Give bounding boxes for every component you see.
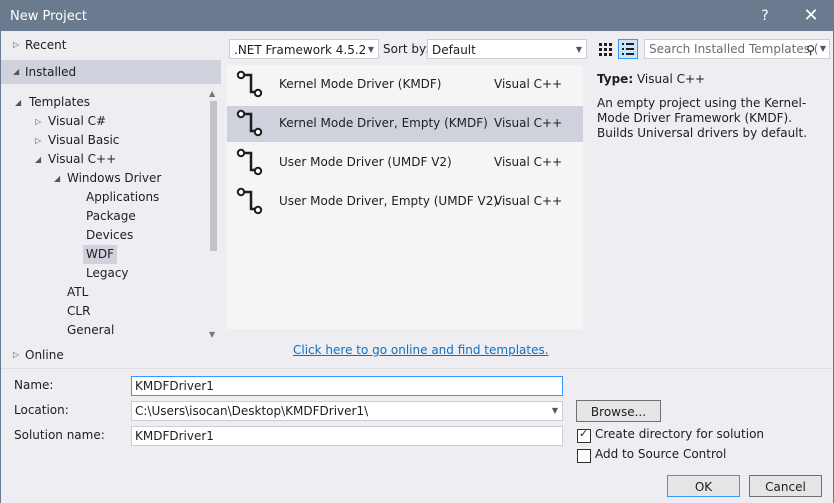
framework-select[interactable]: .NET Framework 4.5.2 ▼ xyxy=(229,39,379,59)
driver-template-icon xyxy=(236,109,263,137)
chevron-down-icon[interactable]: ▼ xyxy=(552,402,558,420)
tree-node-label: Windows Driver xyxy=(67,171,162,185)
driver-template-icon xyxy=(236,70,263,98)
template-name: Kernel Mode Driver (KMDF) xyxy=(279,77,442,91)
dialog-title: New Project xyxy=(10,9,87,24)
template-name: Kernel Mode Driver, Empty (KMDF) xyxy=(279,116,488,130)
template-name: User Mode Driver (UMDF V2) xyxy=(279,155,452,169)
close-button[interactable]: ✕ xyxy=(797,5,825,27)
template-item-selected[interactable]: Kernel Mode Driver, Empty (KMDF) Visual … xyxy=(227,106,583,142)
type-value: Visual C++ xyxy=(636,72,706,86)
collapse-arrow-icon: ◢ xyxy=(35,155,42,164)
scroll-up-icon[interactable]: ▲ xyxy=(209,89,215,98)
tree-scrollbar[interactable]: ▲ ▼ xyxy=(207,86,220,343)
sort-value: Default xyxy=(432,43,476,57)
title-bar: New Project ? ✕ xyxy=(1,1,833,31)
grid-view-button[interactable] xyxy=(595,39,615,59)
tree-node-label: Package xyxy=(86,209,136,223)
ok-button[interactable]: OK xyxy=(667,475,740,497)
solution-name-field[interactable]: KMDFDriver1 xyxy=(131,426,563,446)
tree-item-online[interactable]: ▷ Online xyxy=(1,343,221,367)
expand-arrow-icon: ▷ xyxy=(13,40,20,49)
browse-button[interactable]: Browse... xyxy=(576,400,661,422)
template-info-panel: Type: Visual C++ An empty project using … xyxy=(597,72,829,141)
tree-item-recent[interactable]: ▷ Recent xyxy=(1,33,221,57)
search-input[interactable]: Search Installed Templates ( ⚲ ▼ xyxy=(644,39,830,59)
name-label: Name: xyxy=(14,378,54,392)
location-value: C:\Users\isocan\Desktop\KMDFDriver1\ xyxy=(135,404,369,418)
tree-item-installed[interactable]: ◢ Installed xyxy=(1,60,221,84)
chevron-down-icon: ▼ xyxy=(367,45,374,54)
template-item[interactable]: User Mode Driver (UMDF V2) Visual C++ xyxy=(227,145,583,181)
ok-label: OK xyxy=(694,480,713,494)
grid-view-icon xyxy=(599,43,612,56)
online-templates-link[interactable]: Click here to go online and find templat… xyxy=(293,343,549,357)
installed-tree: ◢ Templates ▷ Visual C# ▷ Visual Basic ◢… xyxy=(1,91,221,341)
tree-node-label: Visual C# xyxy=(48,114,107,128)
tree-node-label: WDF xyxy=(83,245,118,264)
scrollbar-thumb[interactable] xyxy=(210,101,217,251)
list-view-icon xyxy=(622,43,634,55)
expand-arrow-icon: ▷ xyxy=(35,117,42,126)
tree-node-label: General xyxy=(67,323,115,337)
scroll-down-icon[interactable]: ▼ xyxy=(209,330,215,339)
search-icon[interactable]: ⚲ xyxy=(806,41,815,59)
tree-item-label: Recent xyxy=(25,38,67,52)
type-label: Type: xyxy=(597,72,634,86)
source-control-label[interactable]: Add to Source Control xyxy=(595,447,726,461)
new-project-dialog: New Project ? ✕ ▷ Recent ◢ Installed ◢ T… xyxy=(0,0,834,503)
browse-label: Browse... xyxy=(590,405,647,419)
framework-value: .NET Framework 4.5.2 xyxy=(234,43,367,57)
tree-node-label: CLR xyxy=(67,304,91,318)
template-description: An empty project using the Kernel-Mode D… xyxy=(597,96,808,140)
template-item[interactable]: Kernel Mode Driver (KMDF) Visual C++ xyxy=(227,67,583,103)
tree-node-label: Applications xyxy=(86,190,160,204)
template-type: Type: Visual C++ xyxy=(597,72,829,86)
driver-template-icon xyxy=(236,187,263,215)
create-directory-checkbox[interactable]: ✓ xyxy=(577,427,591,443)
tree-item-label: Online xyxy=(25,348,64,362)
template-language: Visual C++ xyxy=(494,77,563,91)
search-placeholder: Search Installed Templates ( xyxy=(649,42,819,56)
expand-arrow-icon: ▷ xyxy=(13,350,20,359)
chevron-down-icon: ▼ xyxy=(575,45,582,54)
solution-name-label: Solution name: xyxy=(14,428,105,442)
chevron-down-icon[interactable]: ▼ xyxy=(820,40,826,58)
template-name: User Mode Driver, Empty (UMDF V2) xyxy=(279,194,499,208)
sort-select[interactable]: Default ▼ xyxy=(427,39,587,59)
source-control-checkbox[interactable] xyxy=(577,449,591,463)
name-value: KMDFDriver1 xyxy=(135,379,214,393)
location-field[interactable]: C:\Users\isocan\Desktop\KMDFDriver1\ ▼ xyxy=(131,401,563,421)
template-language: Visual C++ xyxy=(494,194,563,208)
driver-template-icon xyxy=(236,148,263,176)
tree-node-label: ATL xyxy=(67,285,89,299)
create-directory-label[interactable]: Create directory for solution xyxy=(595,427,764,441)
tree-node-label: Legacy xyxy=(86,266,129,280)
tree-item-label: Installed xyxy=(25,65,77,79)
template-language: Visual C++ xyxy=(494,116,563,130)
tree-node-label: Devices xyxy=(86,228,134,242)
tree-node-label: Visual Basic xyxy=(48,133,120,147)
collapse-arrow-icon: ◢ xyxy=(15,98,22,107)
template-tree: ▷ Recent ◢ Installed ◢ Templates ▷ Visua… xyxy=(1,31,221,368)
project-form: Name: KMDFDriver1 Location: C:\Users\iso… xyxy=(1,368,833,503)
solution-name-value: KMDFDriver1 xyxy=(135,429,214,443)
expand-arrow-icon: ▷ xyxy=(35,136,42,145)
sort-label: Sort by: xyxy=(383,42,430,56)
collapse-arrow-icon: ◢ xyxy=(54,174,61,183)
template-item[interactable]: User Mode Driver, Empty (UMDF V2) Visual… xyxy=(227,184,583,220)
checkmark-icon: ✓ xyxy=(579,427,589,440)
help-button[interactable]: ? xyxy=(751,5,779,27)
collapse-arrow-icon: ◢ xyxy=(13,67,20,76)
name-field[interactable]: KMDFDriver1 xyxy=(131,376,563,396)
list-view-button[interactable] xyxy=(618,39,638,59)
template-list: Kernel Mode Driver (KMDF) Visual C++ Ker… xyxy=(227,65,583,329)
tree-node-label: Templates xyxy=(29,95,91,109)
template-language: Visual C++ xyxy=(494,155,563,169)
tree-node-label: Visual C++ xyxy=(48,152,117,166)
cancel-button[interactable]: Cancel xyxy=(749,475,822,497)
location-label: Location: xyxy=(14,403,69,417)
cancel-label: Cancel xyxy=(765,480,806,494)
